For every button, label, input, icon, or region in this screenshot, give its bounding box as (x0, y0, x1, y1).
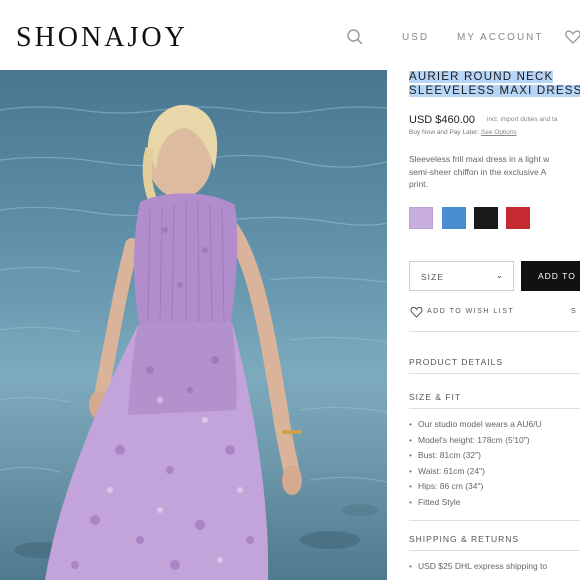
divider (409, 408, 580, 409)
pay-later-text: Buy Now and Pay Later: See Options (409, 129, 517, 136)
brand-logo[interactable]: SHONAJOY (16, 22, 188, 54)
shipping-list: USD $25 DHL express shipping to (409, 559, 580, 575)
model-photo-illustration (0, 104, 387, 580)
list-item: Waist: 61cm (24") (409, 464, 580, 480)
list-item: Hips: 86 cm (34") (409, 479, 580, 495)
shipping-returns-header[interactable]: SHIPPING & RETURNS (409, 534, 519, 544)
add-to-cart-button[interactable]: ADD TO (521, 261, 580, 291)
currency-selector[interactable]: USD (402, 32, 429, 43)
product-details-header[interactable]: PRODUCT DETAILS (409, 357, 503, 367)
product-title: AURIER ROUND NECK SLEEVELESS MAXI DRESS (409, 70, 580, 98)
swatch-black[interactable] (474, 207, 498, 229)
product-title-text: AURIER ROUND NECK SLEEVELESS MAXI DRESS (409, 71, 580, 97)
list-item: Fitted Style (409, 495, 580, 511)
heart-icon[interactable] (410, 306, 423, 318)
product-image[interactable] (0, 70, 387, 580)
divider (409, 550, 580, 551)
list-item: Our studio model wears a AU6/U (409, 417, 580, 433)
list-item: USD $25 DHL express shipping to (409, 559, 580, 575)
price-note: incl. import duties and ta (487, 116, 558, 123)
product-price: USD $460.00 (409, 114, 476, 126)
list-item: Bust: 81cm (32") (409, 448, 580, 464)
search-icon[interactable] (346, 28, 364, 46)
swatch-red[interactable] (506, 207, 530, 229)
see-options-link[interactable]: See Options (481, 129, 517, 136)
product-info-panel: AURIER ROUND NECK SLEEVELESS MAXI DRESS … (397, 70, 580, 580)
chevron-down-icon: ⌄ (496, 271, 504, 280)
pay-later-label: Buy Now and Pay Later: (409, 129, 480, 136)
size-fit-header[interactable]: SIZE & FIT (409, 392, 461, 402)
add-to-cart-label: ADD TO (538, 271, 576, 281)
size-fit-list: Our studio model wears a AU6/U Model's h… (409, 417, 580, 510)
list-item: Model's height: 178cm (5'10") (409, 433, 580, 449)
share-link[interactable]: S (571, 308, 577, 315)
swatch-lilac[interactable] (409, 207, 433, 229)
site-header: SHONAJOY USD MY ACCOUNT (0, 0, 580, 70)
divider (409, 373, 580, 374)
product-description: Sleeveless frill maxi dress in a light w… (409, 154, 550, 189)
wishlist-heart-icon[interactable] (564, 28, 580, 46)
add-to-wishlist-link[interactable]: ADD TO WISH LIST (427, 308, 514, 315)
size-dropdown[interactable]: SIZE ⌄ (409, 261, 514, 291)
size-dropdown-label: SIZE (421, 272, 444, 282)
my-account-link[interactable]: MY ACCOUNT (457, 32, 544, 43)
divider (409, 331, 580, 332)
divider (409, 520, 580, 521)
swatch-blue[interactable] (442, 207, 466, 229)
